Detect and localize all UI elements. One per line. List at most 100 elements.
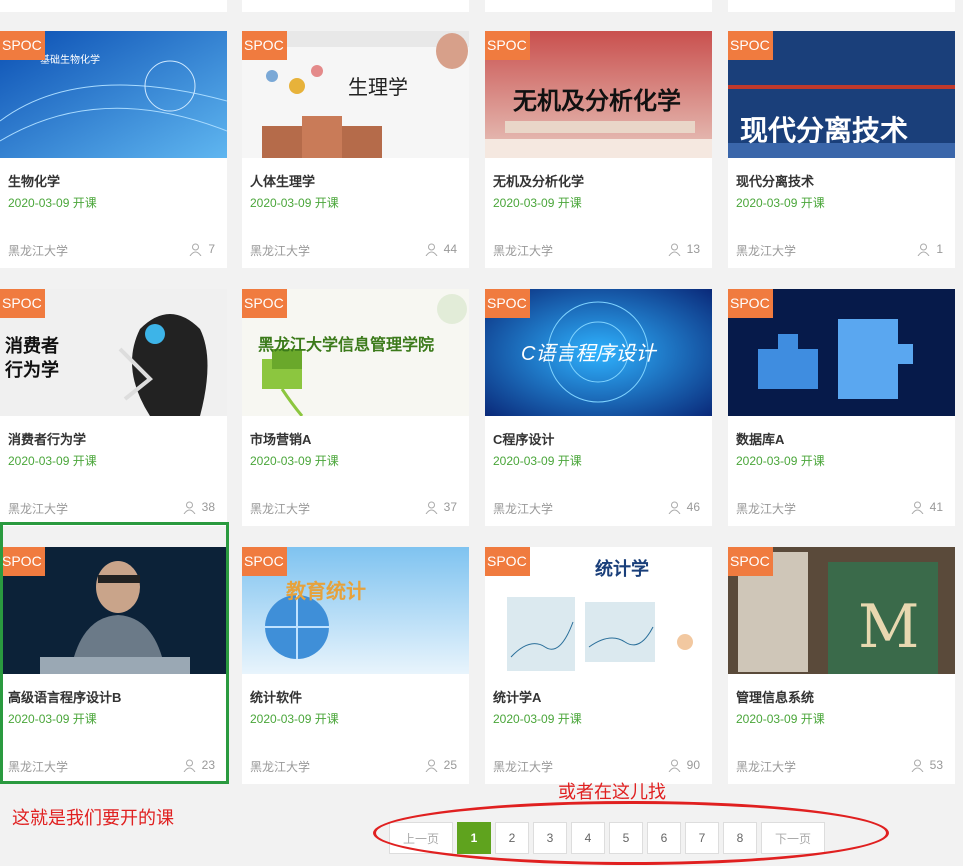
course-date: 2020-03-09 开课 [250, 196, 339, 210]
spoc-badge: SPOC [728, 31, 773, 60]
course-date: 2020-03-09 开课 [736, 712, 825, 726]
course-card[interactable]: 基础生物化学 SPOC 生物化学 2020-03-09 开课 黑龙江大学 7 [0, 31, 227, 268]
spoc-badge: SPOC [242, 289, 287, 318]
course-school: 黑龙江大学 [736, 760, 797, 774]
annotation-left-note: 这就是我们要开的课 [12, 808, 174, 828]
course-card[interactable]: C语言程序设计 SPOC C程序设计 2020-03-09 开课 黑龙江大学 4… [485, 289, 712, 526]
course-school: 黑龙江大学 [736, 244, 797, 258]
student-count-value: 25 [443, 758, 457, 772]
student-count-value: 44 [443, 242, 457, 256]
user-icon [668, 243, 681, 256]
thumb-caption: 无机及分析化学 [513, 88, 681, 115]
card-top-partial [485, 0, 712, 12]
spoc-badge: SPOC [485, 547, 530, 576]
spoc-badge: SPOC [0, 289, 45, 318]
user-icon [668, 759, 681, 772]
course-date: 2020-03-09 开课 [493, 196, 582, 210]
student-count-value: 1 [936, 242, 943, 256]
card-top-partial [0, 0, 227, 12]
course-school: 黑龙江大学 [493, 244, 554, 258]
student-count-value: 90 [686, 758, 700, 772]
student-count-value: 46 [686, 500, 700, 514]
student-count-value: 13 [686, 242, 700, 256]
course-school: 黑龙江大学 [736, 502, 797, 516]
course-card[interactable]: 教育统计 SPOC 统计软件 2020-03-09 开课 黑龙江大学 25 [242, 547, 469, 784]
annotation-ellipse [373, 801, 889, 865]
course-card[interactable]: SPOC 数据库A 2020-03-09 开课 黑龙江大学 41 [728, 289, 955, 526]
svg-text:M: M [858, 592, 919, 662]
course-school: 黑龙江大学 [493, 502, 554, 516]
course-school: 黑龙江大学 [250, 244, 311, 258]
course-title[interactable]: 统计软件 [250, 687, 302, 706]
course-date: 2020-03-09 开课 [493, 712, 582, 726]
course-title[interactable]: 生物化学 [8, 171, 60, 190]
spoc-badge: SPOC [485, 289, 530, 318]
student-count-value: 41 [929, 500, 943, 514]
user-icon [668, 501, 681, 514]
spoc-badge: SPOC [728, 289, 773, 318]
course-card[interactable]: 黑龙江大学信息管理学院 SPOC 市场营销A 2020-03-09 开课 黑龙江… [242, 289, 469, 526]
course-card[interactable]: 现代分离技术 SPOC 现代分离技术 2020-03-09 开课 黑龙江大学 1 [728, 31, 955, 268]
thumb-caption: 消费者行为学 [5, 336, 59, 380]
spoc-badge: SPOC [242, 547, 287, 576]
thumb-caption: 生理学 [348, 77, 408, 99]
student-count-value: 38 [201, 500, 215, 514]
course-title[interactable]: 人体生理学 [250, 171, 315, 190]
user-icon [183, 501, 196, 514]
course-date: 2020-03-09 开课 [8, 196, 97, 210]
course-card[interactable]: 生理学 SPOC 人体生理学 2020-03-09 开课 黑龙江大学 44 [242, 31, 469, 268]
course-card[interactable]: 统计学 SPOC 统计学A 2020-03-09 开课 黑龙江大学 90 [485, 547, 712, 784]
course-school: 黑龙江大学 [493, 760, 554, 774]
user-icon [425, 243, 438, 256]
spoc-badge: SPOC [242, 31, 287, 60]
student-count: 38 [183, 500, 215, 514]
thumb-caption: 黑龙江大学信息管理学院 [258, 337, 435, 354]
user-icon [911, 759, 924, 772]
user-icon [917, 243, 930, 256]
course-title[interactable]: 数据库A [736, 429, 784, 448]
spoc-badge: SPOC [485, 31, 530, 60]
student-count: 41 [911, 500, 943, 514]
user-icon [189, 243, 202, 256]
student-count: 44 [425, 242, 457, 256]
user-icon [911, 501, 924, 514]
thumb-caption: C语言程序设计 [521, 343, 656, 365]
course-school: 黑龙江大学 [8, 502, 69, 516]
course-date: 2020-03-09 开课 [736, 454, 825, 468]
course-school: 黑龙江大学 [250, 502, 311, 516]
course-card[interactable]: M SPOC 管理信息系统 2020-03-09 开课 黑龙江大学 53 [728, 547, 955, 784]
spoc-badge: SPOC [0, 31, 45, 60]
student-count: 90 [668, 758, 700, 772]
card-top-partial [728, 0, 955, 12]
spoc-badge: SPOC [728, 547, 773, 576]
course-title[interactable]: 消费者行为学 [8, 429, 86, 448]
course-title[interactable]: 无机及分析化学 [493, 171, 584, 190]
course-title[interactable]: C程序设计 [493, 429, 554, 448]
thumb-caption: 现代分离技术 [740, 115, 909, 146]
student-count-value: 53 [929, 758, 943, 772]
student-count-value: 37 [443, 500, 457, 514]
student-count: 37 [425, 500, 457, 514]
course-school: 黑龙江大学 [8, 244, 69, 258]
course-title[interactable]: 统计学A [493, 687, 541, 706]
course-title[interactable]: 现代分离技术 [736, 171, 814, 190]
course-title[interactable]: 市场营销A [250, 429, 311, 448]
user-icon [425, 501, 438, 514]
student-count: 7 [189, 242, 215, 256]
course-date: 2020-03-09 开课 [8, 454, 97, 468]
course-card[interactable]: 消费者行为学 SPOC 消费者行为学 2020-03-09 开课 黑龙江大学 3… [0, 289, 227, 526]
course-title[interactable]: 管理信息系统 [736, 687, 814, 706]
course-school: 黑龙江大学 [250, 760, 311, 774]
student-count: 13 [668, 242, 700, 256]
course-date: 2020-03-09 开课 [736, 196, 825, 210]
thumb-caption: 统计学 [595, 559, 649, 579]
highlight-box [0, 522, 229, 784]
student-count: 53 [911, 758, 943, 772]
course-card[interactable]: 无机及分析化学 SPOC 无机及分析化学 2020-03-09 开课 黑龙江大学… [485, 31, 712, 268]
thumb-caption: 基础生物化学 [40, 55, 100, 66]
user-icon [425, 759, 438, 772]
card-top-partial [242, 0, 469, 12]
thumb-caption: 教育统计 [286, 581, 366, 603]
student-count: 1 [917, 242, 943, 256]
course-date: 2020-03-09 开课 [250, 454, 339, 468]
